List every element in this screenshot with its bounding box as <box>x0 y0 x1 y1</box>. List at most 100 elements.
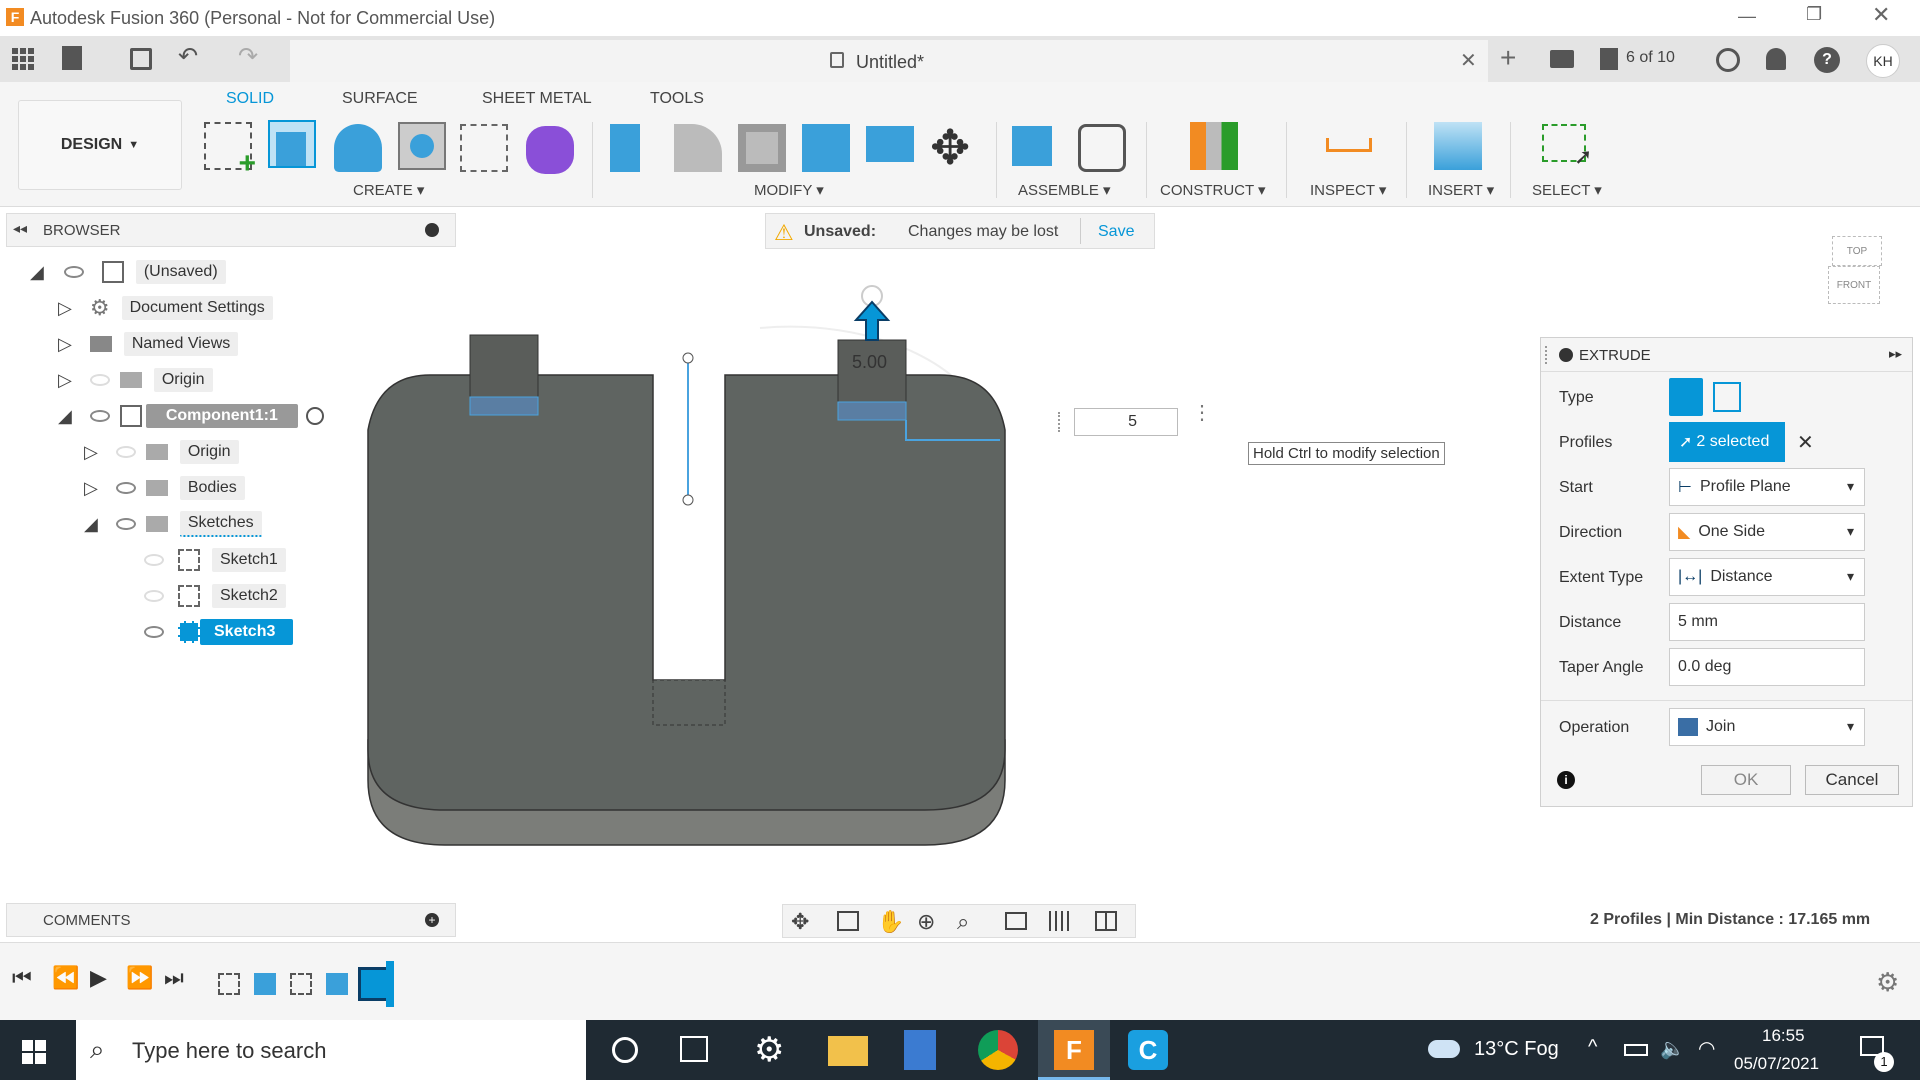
timeline-extrude-icon[interactable] <box>326 973 348 995</box>
dialog-grip-icon[interactable] <box>1545 346 1549 364</box>
visibility-eye-icon[interactable] <box>115 518 136 530</box>
clock-date[interactable]: 05/07/2021 <box>1734 1054 1819 1074</box>
distance-field[interactable]: 5 mm <box>1669 603 1865 641</box>
browser-header[interactable]: ◂◂ BROWSER <box>6 213 456 247</box>
expand-icon[interactable]: ▷ <box>58 334 72 355</box>
collapse-icon[interactable]: ◢ <box>58 406 72 427</box>
wifi-icon[interactable]: ◠ <box>1698 1036 1715 1061</box>
view-cube-front[interactable]: FRONT <box>1828 266 1880 304</box>
type-thin-icon[interactable] <box>1713 382 1741 412</box>
job-status-count[interactable]: 6 of 10 <box>1626 49 1675 67</box>
collapse-icon[interactable]: ◢ <box>30 262 44 283</box>
group-create[interactable]: CREATE ▾ <box>353 181 424 199</box>
workspace-switcher[interactable]: DESIGN ▼ <box>18 100 182 190</box>
activate-radio-icon[interactable] <box>305 407 324 425</box>
volume-icon[interactable]: 🔈 <box>1660 1036 1685 1061</box>
redo-icon[interactable]: ↷ <box>238 42 258 71</box>
tab-tools[interactable]: TOOLS <box>650 90 704 108</box>
document-tab[interactable]: Untitled* ✕ <box>290 40 1488 82</box>
new-component-icon[interactable] <box>1012 126 1052 166</box>
cortana-icon[interactable] <box>612 1037 638 1063</box>
step-back-icon[interactable]: ⏪ <box>52 965 79 991</box>
grid-settings-icon[interactable] <box>1049 911 1071 931</box>
fillet-icon[interactable] <box>674 124 722 172</box>
play-icon[interactable]: ▶ <box>90 965 107 991</box>
user-avatar[interactable]: KH <box>1866 44 1900 78</box>
hidden-eye-icon[interactable] <box>89 374 110 386</box>
viewports-icon[interactable] <box>1095 911 1117 931</box>
operation-dropdown[interactable]: Join <box>1669 708 1865 746</box>
cancel-button[interactable]: Cancel <box>1805 765 1899 795</box>
collapse-icon[interactable]: ◢ <box>84 514 98 535</box>
battery-icon[interactable] <box>1624 1044 1648 1056</box>
weather-cloud-icon[interactable] <box>1428 1040 1460 1058</box>
look-at-icon[interactable] <box>837 911 859 931</box>
combine-icon[interactable] <box>802 124 850 172</box>
joint-icon[interactable] <box>1078 124 1126 172</box>
task-view-icon[interactable] <box>680 1036 708 1062</box>
timeline-sketch-icon[interactable] <box>290 973 312 995</box>
clock-icon[interactable] <box>1716 48 1740 72</box>
tree-document-settings[interactable]: ▷ ⚙ Document Settings <box>58 293 273 323</box>
close-tab-icon[interactable]: ✕ <box>1460 48 1477 73</box>
hidden-eye-icon[interactable] <box>115 446 136 458</box>
info-icon[interactable]: i <box>1557 771 1575 789</box>
timeline-settings-icon[interactable]: ⚙ <box>1876 967 1899 998</box>
zoom-icon[interactable]: ⊕ <box>917 909 935 935</box>
add-comment-icon[interactable]: + <box>425 913 439 927</box>
extrude-icon[interactable] <box>268 120 316 168</box>
more-options-icon[interactable]: ⋮ <box>1192 403 1212 423</box>
group-modify[interactable]: MODIFY ▾ <box>754 181 824 199</box>
dialog-header[interactable]: EXTRUDE ▸▸ <box>1541 338 1912 372</box>
chevron-up-icon[interactable]: ^ <box>1588 1036 1597 1059</box>
shell-icon[interactable] <box>738 124 786 172</box>
comments-header[interactable]: COMMENTS + <box>6 903 456 937</box>
save-icon[interactable] <box>130 48 152 70</box>
taper-angle-field[interactable]: 0.0 deg <box>1669 648 1865 686</box>
tab-sheet-metal[interactable]: SHEET METAL <box>482 90 592 108</box>
chat-icon[interactable] <box>1550 50 1574 68</box>
save-link[interactable]: Save <box>1098 223 1134 241</box>
start-dropdown[interactable]: ⊢ Profile Plane <box>1669 468 1865 506</box>
group-select[interactable]: SELECT ▾ <box>1532 181 1602 199</box>
settings-taskbar-icon[interactable]: ⚙ <box>754 1030 784 1070</box>
orbit-icon[interactable]: ✥ <box>791 909 809 935</box>
timeline-marker[interactable] <box>386 961 394 1007</box>
clear-selection-icon[interactable]: ✕ <box>1797 430 1814 455</box>
tab-solid[interactable]: SOLID <box>226 90 274 108</box>
move-icon[interactable]: ✥ <box>930 120 970 176</box>
tree-component[interactable]: ◢ Component1:1 <box>58 401 324 431</box>
create-sketch-icon[interactable]: + <box>204 122 256 179</box>
measure-icon[interactable] <box>1326 138 1372 152</box>
windows-start-icon[interactable] <box>22 1040 46 1064</box>
tab-surface[interactable]: SURFACE <box>342 90 418 108</box>
chrome-icon[interactable] <box>978 1030 1018 1070</box>
expand-icon[interactable]: ▷ <box>84 442 98 463</box>
file-explorer-icon[interactable] <box>828 1036 868 1066</box>
visibility-eye-icon[interactable] <box>63 266 84 278</box>
visibility-eye-icon[interactable] <box>89 410 110 422</box>
group-construct[interactable]: CONSTRUCT ▾ <box>1160 181 1266 199</box>
view-cube-top[interactable]: TOP <box>1832 236 1882 266</box>
grid-menu-icon[interactable] <box>12 48 34 70</box>
tree-sketch3[interactable]: Sketch3 <box>144 617 294 647</box>
minimize-button[interactable]: — <box>1738 6 1756 27</box>
restore-button[interactable]: ❐ <box>1806 4 1822 25</box>
revolve-icon[interactable] <box>334 124 382 172</box>
tree-sketches[interactable]: ◢ Sketches <box>84 509 262 539</box>
tree-sketch1[interactable]: Sketch1 <box>144 545 286 575</box>
group-insert[interactable]: INSERT ▾ <box>1428 181 1494 199</box>
timeline-sketch-icon[interactable] <box>218 973 240 995</box>
display-settings-icon[interactable] <box>1005 912 1027 930</box>
profiles-select-button[interactable]: ➚ 2 selected <box>1669 422 1785 462</box>
fit-icon[interactable]: ⌕ <box>957 909 969 935</box>
collapse-panel-icon[interactable]: ◂◂ <box>13 220 27 237</box>
ok-button[interactable]: OK <box>1701 765 1791 795</box>
tree-comp-origin[interactable]: ▷ Origin <box>84 437 239 467</box>
winrar-icon[interactable] <box>904 1030 936 1070</box>
undo-icon[interactable]: ↶ <box>178 42 198 71</box>
expand-icon[interactable]: ▷ <box>84 478 98 499</box>
hole-icon[interactable] <box>398 122 446 170</box>
timeline-extrude-icon[interactable] <box>254 973 276 995</box>
close-window-button[interactable]: ✕ <box>1872 2 1890 28</box>
